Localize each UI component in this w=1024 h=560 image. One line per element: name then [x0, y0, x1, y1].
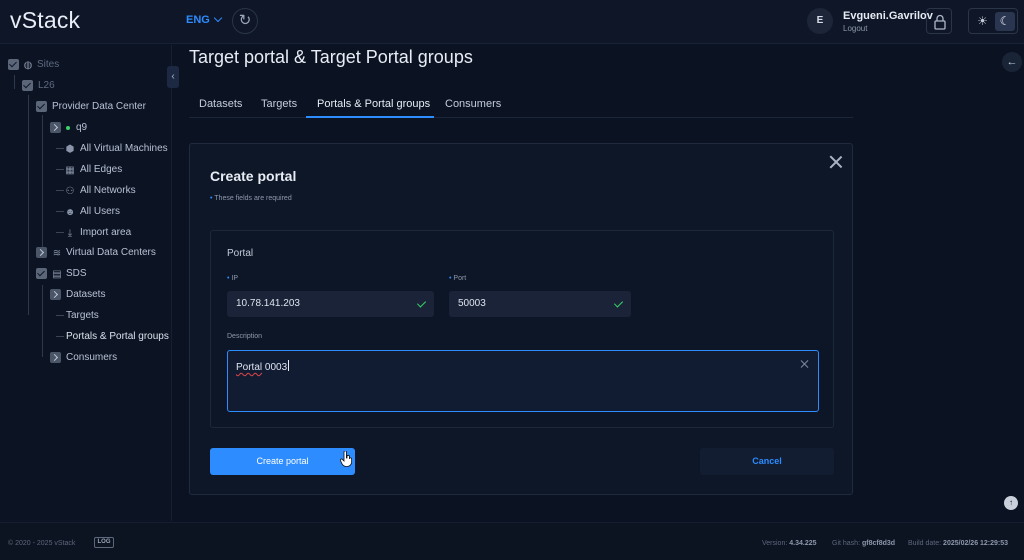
avatar[interactable]: E	[807, 8, 833, 34]
refresh-icon: ↻	[238, 12, 252, 29]
status-dot-icon	[66, 126, 70, 130]
vstack-logo[interactable]: vStack	[10, 7, 80, 34]
active-tab-indicator	[306, 116, 434, 118]
tab-datasets[interactable]: Datasets	[199, 98, 242, 110]
storage-icon: ▤	[52, 269, 62, 280]
ip-label: • IP	[227, 275, 239, 282]
back-button[interactable]: ←	[1002, 52, 1022, 72]
lock-button[interactable]	[926, 8, 952, 34]
port-input[interactable]: 50003	[449, 291, 631, 317]
tab-consumers[interactable]: Consumers	[445, 98, 501, 110]
page-title: Target portal & Target Portal groups	[189, 47, 473, 67]
log-button[interactable]: LOG	[94, 537, 114, 548]
sun-icon[interactable]: ☀	[974, 13, 991, 30]
users-icon: ☻	[64, 207, 76, 218]
clear-icon[interactable]	[800, 359, 810, 369]
version-info: Version: 4.34.225	[762, 540, 817, 547]
required-note: • These fields are required	[210, 195, 292, 202]
edge-icon: ▦	[65, 165, 75, 176]
theme-toggle[interactable]: ☀ ☾	[968, 8, 1018, 34]
download-icon: ⤓	[67, 228, 73, 239]
scroll-top-button[interactable]: ↑	[1004, 496, 1018, 510]
git-hash-info: Git hash: gf8cf8d3d	[832, 540, 896, 547]
port-label: • Port	[449, 275, 467, 282]
create-portal-dialog: Create portal • These fields are require…	[189, 143, 853, 495]
tree-line	[42, 115, 43, 253]
dialog-title: Create portal	[210, 168, 297, 184]
sidebar-item-targets[interactable]: Targets	[66, 308, 99, 324]
tree-line	[14, 75, 15, 89]
language-label: ENG	[186, 14, 210, 26]
lock-icon	[934, 14, 946, 30]
description-textarea[interactable]: Portal 0003	[227, 350, 819, 412]
close-icon[interactable]	[828, 154, 844, 170]
tree-line	[56, 336, 64, 337]
section-title: Portal	[227, 248, 254, 259]
arrow-up-icon: ↑	[1009, 498, 1013, 507]
arrow-left-icon: ←	[1006, 56, 1018, 68]
expand-icon[interactable]	[36, 247, 47, 258]
check-icon	[613, 298, 624, 308]
stack-icon: ≋	[52, 248, 62, 259]
copyright: © 2020 - 2025 vStack	[8, 540, 76, 547]
sidebar-collapse-button[interactable]: ‹	[167, 66, 179, 88]
tree-line	[56, 148, 64, 149]
checkbox[interactable]	[36, 101, 47, 112]
tab-bar: Datasets Targets Portals & Portal groups…	[189, 94, 853, 118]
chevron-down-icon	[213, 13, 223, 23]
sidebar-item-portals[interactable]: Portals & Portal groups	[66, 329, 169, 345]
tree-line	[42, 285, 43, 357]
network-icon: ⚇	[65, 186, 75, 197]
tab-targets[interactable]: Targets	[261, 98, 297, 110]
moon-icon[interactable]: ☾	[995, 12, 1015, 31]
tree-line	[28, 95, 29, 315]
tree-line	[56, 232, 64, 233]
hand-cursor-icon	[340, 451, 352, 467]
ip-input[interactable]: 10.78.141.203	[227, 291, 434, 317]
checkbox[interactable]	[36, 268, 47, 279]
chevron-left-icon: ‹	[171, 71, 175, 82]
language-selector[interactable]: ENG	[186, 13, 223, 26]
globe-icon: ◍	[23, 60, 33, 71]
description-label: Description	[227, 333, 263, 340]
checkbox[interactable]	[8, 59, 19, 70]
top-header: vStack ENG ↻ E Evgueni.Gavrilov Logout ☀…	[0, 0, 1024, 44]
tree-line	[56, 315, 64, 316]
cube-icon: ⬢	[65, 144, 75, 155]
sidebar-tree: ◍ Sites L26 Provider Data Center q9 ⬢ Al…	[0, 45, 172, 521]
cancel-button[interactable]: Cancel	[700, 448, 834, 475]
tree-line	[56, 211, 64, 212]
username: Evgueni.Gavrilov	[843, 10, 933, 22]
checkbox[interactable]	[22, 80, 33, 91]
expand-icon[interactable]	[50, 289, 61, 300]
expand-icon[interactable]	[50, 122, 61, 133]
tab-portals[interactable]: Portals & Portal groups	[317, 98, 430, 110]
logout-link[interactable]: Logout	[843, 24, 867, 33]
check-icon	[416, 298, 427, 308]
build-date-info: Build date: 2025/02/26 12:29:53	[908, 540, 1009, 547]
create-portal-button[interactable]: Create portal	[210, 448, 355, 475]
portal-section: Portal • IP 10.78.141.203 • Port 50003 D…	[210, 230, 834, 428]
refresh-button[interactable]: ↻	[232, 8, 258, 34]
tree-line	[56, 169, 64, 170]
expand-icon[interactable]	[50, 352, 61, 363]
tree-line	[56, 190, 64, 191]
footer: © 2020 - 2025 vStack LOG Version: 4.34.2…	[0, 522, 1024, 560]
